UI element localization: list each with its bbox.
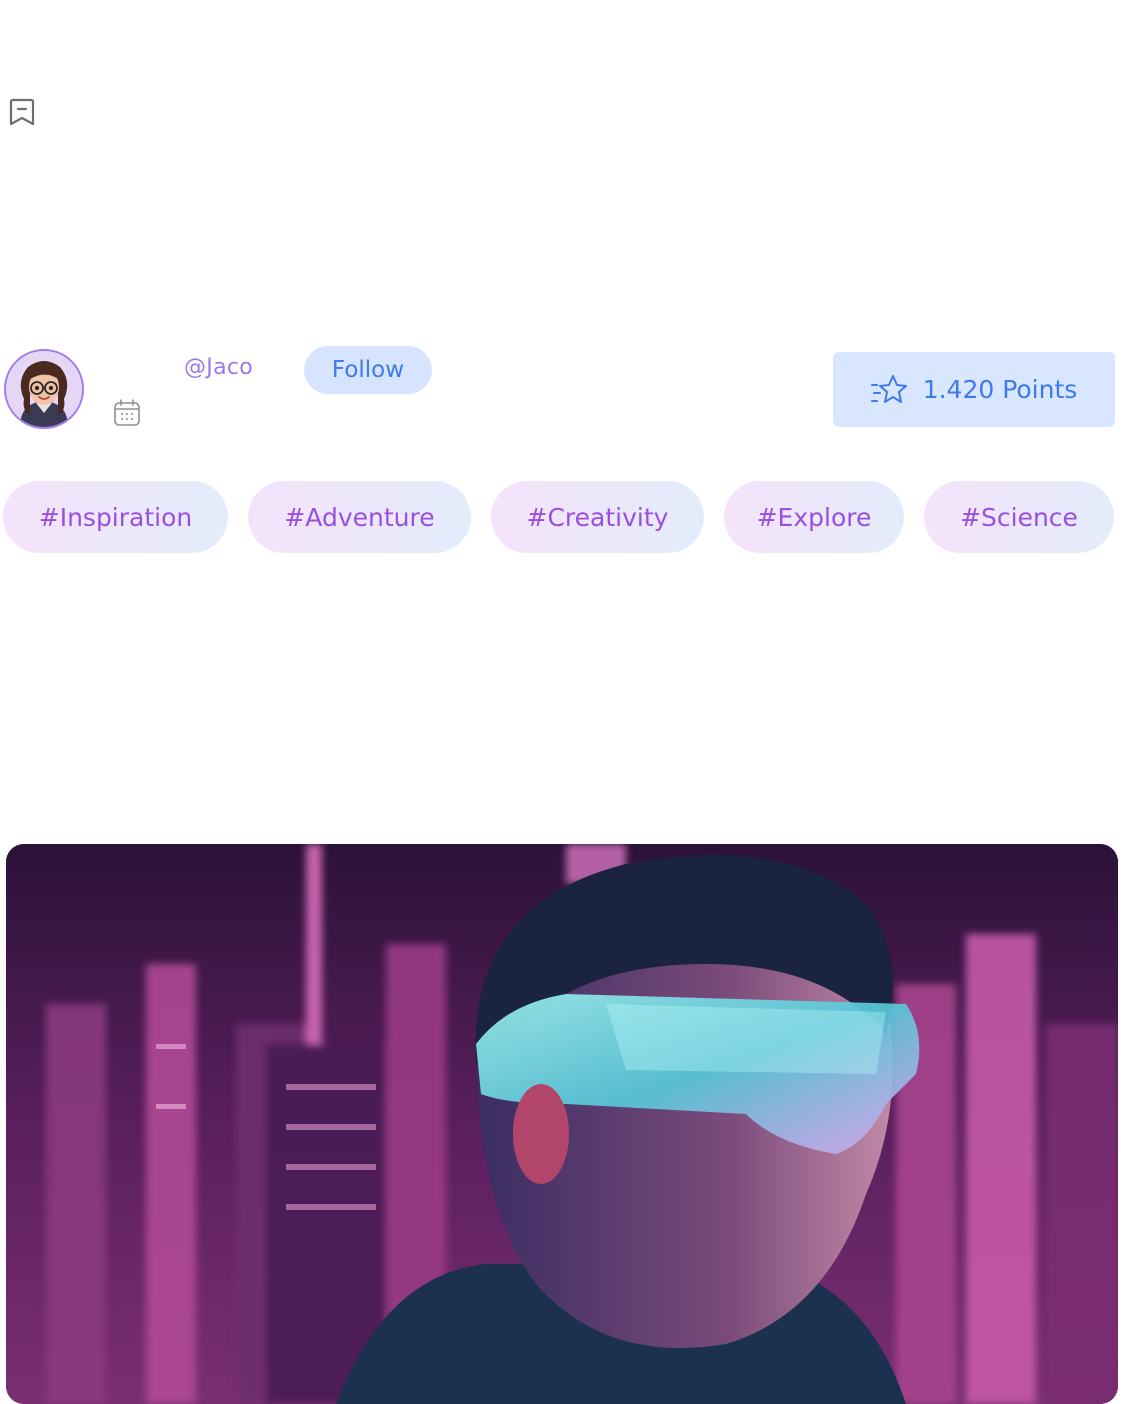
cyberpunk-vr-portrait [6, 844, 1118, 1404]
tag-chip[interactable]: #Adventure [248, 481, 471, 553]
star-icon [870, 374, 907, 403]
points-label: 1.420 Points [922, 375, 1078, 404]
tag-chip[interactable]: #Inspiration [3, 481, 228, 553]
author-row: @Jaco Follow 1.420 Points [0, 340, 1142, 440]
tag-chip[interactable]: #Science [924, 481, 1114, 553]
post-image[interactable] [6, 844, 1118, 1404]
tag-chip[interactable]: #Explore [724, 481, 904, 553]
bookmark-button[interactable] [6, 96, 38, 128]
avatar-illustration [6, 351, 82, 427]
points-button[interactable]: 1.420 Points [833, 352, 1115, 427]
tag-list: #Inspiration #Adventure #Creativity #Exp… [3, 481, 1123, 553]
avatar[interactable] [4, 349, 84, 429]
follow-button[interactable]: Follow [304, 346, 432, 394]
calendar-icon [112, 398, 142, 428]
author-handle[interactable]: @Jaco [184, 355, 253, 380]
tag-chip[interactable]: #Creativity [491, 481, 704, 553]
bookmark-icon [9, 98, 35, 126]
